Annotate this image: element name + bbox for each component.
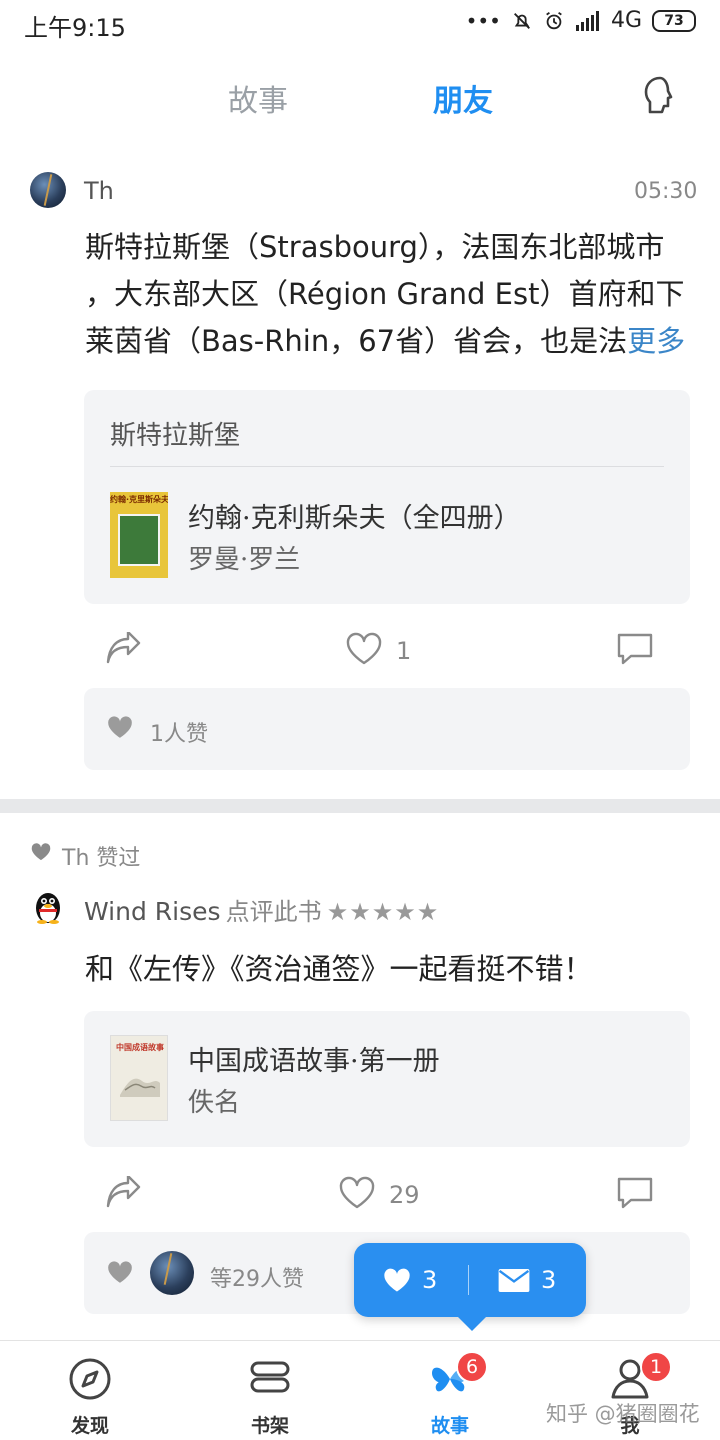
nav-bookshelf[interactable]: 书架: [180, 1341, 360, 1440]
bubble-message-count: 3: [541, 1266, 557, 1294]
like-count: 29: [389, 1181, 420, 1209]
book-cover-art: [118, 514, 160, 566]
nav-label: 书架: [250, 1415, 289, 1437]
qq-penguin-avatar[interactable]: [30, 889, 66, 925]
avatar[interactable]: [30, 172, 66, 208]
book-card[interactable]: 中国成语故事 中国成语故事·第一册 佚名: [84, 1011, 690, 1147]
bookshelf-icon: [250, 1361, 290, 1393]
liked-by-label: Th 赞过: [62, 846, 141, 871]
heart-filled-icon: [108, 1261, 132, 1283]
nav-stories[interactable]: 6 故事: [360, 1341, 540, 1440]
reviewer-name[interactable]: Wind Rises: [84, 897, 221, 926]
tab-friends[interactable]: 朋友: [433, 76, 493, 120]
review-header: Wind Rises 点评此书 ★★★★★: [84, 892, 439, 927]
watermark: 知乎 @猪圈圈花: [546, 1402, 700, 1426]
nav-label: 故事: [430, 1415, 469, 1437]
review-text[interactable]: 和《左传》《资治通签》一起看挺不错！: [85, 946, 593, 988]
liker-avatar[interactable]: [150, 1251, 194, 1295]
notification-bubble[interactable]: 3 3: [354, 1243, 586, 1331]
post-time: 05:30: [634, 179, 698, 204]
book-author[interactable]: 罗曼·罗兰: [188, 539, 300, 576]
heart-filled-icon: [108, 716, 132, 738]
book-cover-art: [120, 1078, 160, 1097]
compass-icon: [69, 1358, 111, 1400]
like-heart-icon[interactable]: [338, 1176, 376, 1210]
alarm-icon: [546, 11, 562, 29]
mute-bell-icon: [513, 12, 530, 29]
comment-icon[interactable]: [616, 632, 654, 666]
network-type: 4G: [610, 8, 642, 33]
book-title[interactable]: 中国成语故事·第一册: [188, 1039, 440, 1078]
user-profile-icon[interactable]: [640, 74, 680, 118]
battery-icon: 73: [652, 9, 696, 32]
likes-summary: 1人赞: [150, 722, 208, 747]
comment-icon[interactable]: [616, 1176, 654, 1210]
share-icon[interactable]: [104, 632, 142, 666]
post-text-line: ，大东部大区（Région Grand Est）首府和下: [85, 277, 685, 311]
topic-title: 斯特拉斯堡: [110, 421, 241, 451]
nav-label: 发现: [70, 1415, 109, 1437]
status-icons: ••• 4G 73: [466, 8, 696, 33]
rating-stars: ★★★★★: [326, 898, 440, 926]
book-author[interactable]: 佚名: [188, 1082, 240, 1119]
nav-discover[interactable]: 发现: [0, 1341, 180, 1440]
bubble-like-count: 3: [422, 1266, 438, 1294]
post-text-line3: 莱茵省（Bas-Rhin，67省）省会，也是法: [85, 324, 628, 358]
section-separator: [0, 799, 720, 813]
book-cover-title: 中国成语故事: [116, 1043, 164, 1052]
like-count: 1: [396, 637, 412, 665]
share-icon[interactable]: [104, 1176, 142, 1210]
review-action: 点评此书: [225, 898, 322, 926]
book-cover[interactable]: 中国成语故事: [110, 1035, 168, 1121]
book-cover[interactable]: 约翰·克里斯朵夫: [110, 492, 168, 578]
post-username[interactable]: Th: [84, 177, 114, 205]
mail-icon: [498, 1268, 530, 1293]
post-text[interactable]: 斯特拉斯堡（Strasbourg），法国东北部城市 ，大东部大区（Région …: [85, 224, 695, 365]
book-cover-title: 约翰·克里斯朵夫: [110, 495, 168, 504]
more-link[interactable]: 更多: [627, 324, 685, 358]
status-time: 上午9:15: [24, 14, 126, 42]
post-text-line: 斯特拉斯堡（Strasbourg），法国东北部城市: [85, 230, 665, 264]
tab-story[interactable]: 故事: [228, 76, 288, 120]
stories-badge: 6: [456, 1351, 488, 1383]
likes-summary-box[interactable]: 1人赞: [84, 688, 690, 770]
like-heart-icon[interactable]: [345, 632, 383, 666]
bubble-divider: [468, 1265, 469, 1295]
heart-filled-icon: [384, 1268, 410, 1292]
heart-filled-icon: [31, 843, 51, 861]
likes-summary: 等29人赞: [210, 1267, 304, 1292]
more-dots-icon: •••: [465, 8, 501, 33]
top-tabs: 故事 朋友: [0, 60, 720, 130]
status-bar: 上午9:15 ••• 4G 73: [0, 0, 720, 46]
topic-card[interactable]: 斯特拉斯堡 约翰·克里斯朵夫 约翰·克利斯朵夫（全四册） 罗曼·罗兰: [84, 390, 690, 604]
me-badge: 1: [640, 1351, 672, 1383]
book-title[interactable]: 约翰·克利斯朵夫（全四册）: [188, 496, 521, 535]
signal-icon: [575, 10, 599, 31]
card-divider: [110, 466, 664, 467]
post-text-line: 莱茵省（Bas-Rhin，67省）省会，也是法更多: [85, 318, 695, 365]
